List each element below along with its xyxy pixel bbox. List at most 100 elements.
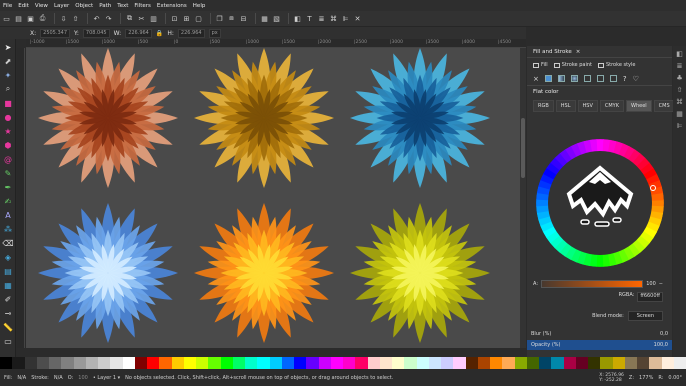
lock-icon[interactable]: 🔒 [156,30,163,37]
measure-tool-icon[interactable]: 📏 [2,321,14,333]
preferences-icon[interactable]: ✕ [353,14,362,23]
spiral-tool-icon[interactable]: @ [2,153,14,165]
opacity-value[interactable]: 100,0 [654,342,668,348]
palette-swatch[interactable] [183,357,196,369]
tab-stroke-paint[interactable]: Stroke paint [553,62,592,68]
palette-swatch[interactable] [24,357,37,369]
alpha-slider[interactable] [541,280,644,288]
ungroup-icon[interactable]: ▧ [272,14,281,23]
palette-swatch[interactable] [661,357,674,369]
palette-swatch[interactable] [490,357,503,369]
h-field[interactable]: 226.964 [177,28,205,38]
scroll-thumb[interactable] [521,118,525,178]
palette-swatch[interactable] [294,357,307,369]
menu-item-view[interactable]: View [35,3,48,9]
palette-swatch[interactable] [563,357,576,369]
flower-5[interactable] [194,203,334,343]
palette-swatch[interactable] [147,357,160,369]
w-field[interactable]: 226.964 [125,28,152,38]
menu-item-layer[interactable]: Layer [54,3,69,9]
color-tab-hsv[interactable]: HSV [577,100,598,112]
zoom-tool-icon[interactable]: ⌕ [2,83,14,95]
palette-swatch[interactable] [220,357,233,369]
palette-swatch[interactable] [269,357,282,369]
canvas[interactable] [26,48,520,348]
panel-close-icon[interactable]: × [576,49,581,55]
selector-tool-icon[interactable]: ➤ [2,41,14,53]
fill-rule-icon[interactable]: ♡ [633,75,639,83]
mesh-mode-icon[interactable] [583,75,591,82]
symbols-dock-icon[interactable]: ♣ [676,74,682,82]
clone-icon[interactable]: ⧈ [227,14,236,23]
color-tab-rgb[interactable]: RGB [533,100,554,112]
flower-2[interactable] [194,48,334,188]
unit-select[interactable]: px [208,28,221,38]
color-wheel[interactable] [535,138,665,268]
layers-icon[interactable]: ≣ [317,14,326,23]
palette-swatch[interactable] [171,357,184,369]
fill-indicator[interactable]: N/A [17,375,26,381]
save-icon[interactable]: ▣ [26,14,35,23]
xml-editor-icon[interactable]: ⌘ [329,14,338,23]
menu-item-file[interactable]: File [3,3,12,9]
import-icon[interactable]: ⇩ [59,14,68,23]
palette-swatch[interactable] [465,357,478,369]
color-palette[interactable] [0,357,686,369]
palette-swatch[interactable] [98,357,111,369]
palette-swatch[interactable] [673,357,686,369]
palette-swatch[interactable] [159,357,172,369]
opacity-indicator[interactable]: 100 [78,375,88,381]
x-field[interactable]: 2505.347 [40,28,70,38]
palette-swatch[interactable] [196,357,209,369]
print-icon[interactable]: ⎙ [38,14,47,23]
redo-icon[interactable]: ↷ [104,14,113,23]
star-tool-icon[interactable]: ★ [2,125,14,137]
zoom-page-icon[interactable]: ▢ [194,14,203,23]
flower-1[interactable] [38,48,178,188]
dropper-tool-icon[interactable]: ✐ [2,293,14,305]
palette-swatch[interactable] [379,357,392,369]
opacity-row[interactable]: Opacity (%) 100,0 [527,340,672,350]
palette-swatch[interactable] [539,357,552,369]
palette-swatch[interactable] [306,357,319,369]
flat-color-mode-icon[interactable] [544,75,552,82]
align-dock-icon[interactable]: ⊫ [676,122,682,130]
menu-item-object[interactable]: Object [75,3,93,9]
palette-swatch[interactable] [208,357,221,369]
group-icon[interactable]: ▦ [260,14,269,23]
palette-swatch[interactable] [637,357,650,369]
duplicate-icon[interactable]: ❐ [215,14,224,23]
menu-item-path[interactable]: Path [99,3,111,9]
color-tab-hsl[interactable]: HSL [555,100,576,112]
tab-fill[interactable]: Fill [533,62,548,68]
open-icon[interactable]: ▤ [14,14,23,23]
palette-swatch[interactable] [85,357,98,369]
export-icon[interactable]: ⇧ [71,14,80,23]
palette-swatch[interactable] [281,357,294,369]
blur-row[interactable]: Blur (%) 0,0 [527,329,672,339]
node-tool-icon[interactable]: ⬈ [2,55,14,67]
cut-icon[interactable]: ✂ [137,14,146,23]
3d-box-tool-icon[interactable]: ⬢ [2,139,14,151]
palette-swatch[interactable] [392,357,405,369]
palette-swatch[interactable] [12,357,25,369]
palette-swatch[interactable] [428,357,441,369]
rgba-field[interactable]: ff6600ff [637,292,663,302]
palette-swatch[interactable] [624,357,637,369]
calligraphy-tool-icon[interactable]: ✍ [2,195,14,207]
palette-swatch[interactable] [0,357,13,369]
vertical-scrollbar[interactable] [520,48,526,348]
palette-swatch[interactable] [257,357,270,369]
bucket-tool-icon[interactable]: ◈ [2,251,14,263]
palette-swatch[interactable] [330,357,343,369]
linear-gradient-mode-icon[interactable] [557,75,565,82]
stroke-indicator[interactable]: N/A [54,375,63,381]
swatches-dock-icon[interactable]: ▦ [676,110,683,118]
palette-swatch[interactable] [416,357,429,369]
connector-tool-icon[interactable]: ⊸ [2,307,14,319]
spray-tool-icon[interactable]: ⁂ [2,223,14,235]
undo-icon[interactable]: ↶ [92,14,101,23]
palette-swatch[interactable] [36,357,49,369]
menu-item-text[interactable]: Text [117,3,128,9]
palette-swatch[interactable] [122,357,135,369]
